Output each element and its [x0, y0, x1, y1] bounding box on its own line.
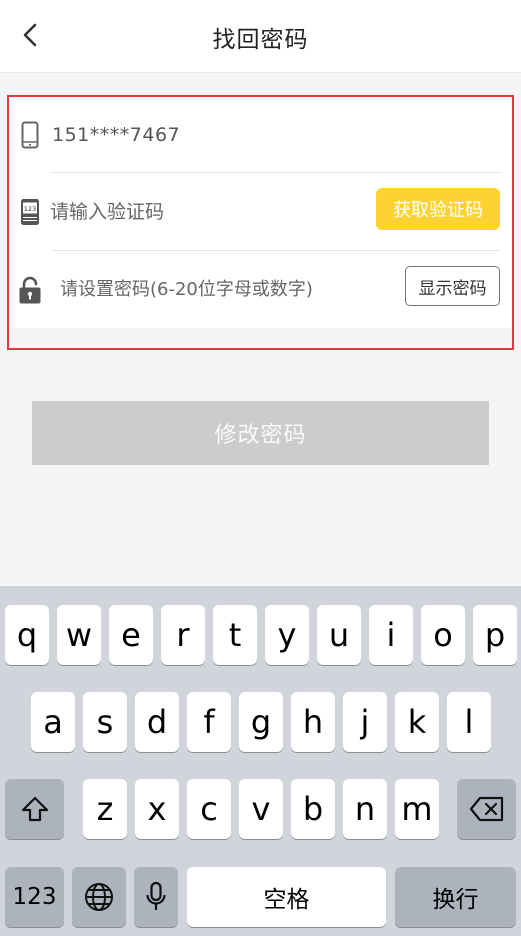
key-k[interactable]: k	[395, 692, 439, 752]
backspace-icon	[469, 796, 503, 822]
key-m[interactable]: m	[395, 779, 439, 839]
key-v[interactable]: v	[239, 779, 283, 839]
key-y[interactable]: y	[265, 605, 309, 665]
key-h[interactable]: h	[291, 692, 335, 752]
key-s[interactable]: s	[83, 692, 127, 752]
microphone-icon	[146, 881, 166, 910]
nav-bar: 找回密码	[0, 0, 521, 73]
key-a[interactable]: a	[31, 692, 75, 752]
key-z[interactable]: z	[83, 779, 127, 839]
key-w[interactable]: w	[57, 605, 101, 665]
key-q[interactable]: q	[5, 605, 49, 665]
return-key[interactable]: 换行	[395, 867, 516, 927]
space-key[interactable]: 空格	[187, 867, 386, 927]
key-o[interactable]: o	[421, 605, 465, 665]
key-d[interactable]: d	[135, 692, 179, 752]
key-p[interactable]: p	[473, 605, 517, 665]
shift-key[interactable]	[5, 779, 64, 839]
microphone-key[interactable]	[134, 867, 178, 927]
key-e[interactable]: e	[109, 605, 153, 665]
key-g[interactable]: g	[239, 692, 283, 752]
key-j[interactable]: j	[343, 692, 387, 752]
key-i[interactable]: i	[369, 605, 413, 665]
key-l[interactable]: l	[447, 692, 491, 752]
key-f[interactable]: f	[187, 692, 231, 752]
shift-icon	[21, 796, 48, 822]
key-c[interactable]: c	[187, 779, 231, 839]
globe-key[interactable]	[72, 867, 126, 927]
change-password-button[interactable]: 修改密码	[32, 401, 489, 465]
highlight-outline	[7, 95, 514, 350]
globe-icon	[85, 883, 113, 911]
key-u[interactable]: u	[317, 605, 361, 665]
numbers-key[interactable]: 123	[5, 867, 64, 927]
key-n[interactable]: n	[343, 779, 387, 839]
keyboard: q w e r t y u i o p a s d f g h j k l z …	[0, 586, 521, 936]
key-t[interactable]: t	[213, 605, 257, 665]
key-b[interactable]: b	[291, 779, 335, 839]
backspace-key[interactable]	[457, 779, 516, 839]
page-title: 找回密码	[212, 27, 309, 53]
key-r[interactable]: r	[161, 605, 205, 665]
key-x[interactable]: x	[135, 779, 179, 839]
